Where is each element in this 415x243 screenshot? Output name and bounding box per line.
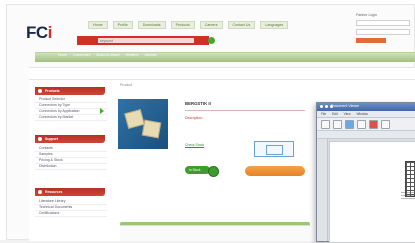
lower-section [120, 225, 310, 241]
category-link[interactable]: Connectors [73, 53, 90, 57]
sidebar-item[interactable]: Distribution [35, 164, 107, 170]
info-circle-icon[interactable] [208, 166, 219, 177]
secondary-toolbar [317, 131, 415, 139]
category-link[interactable]: Board-to-Board [96, 53, 119, 57]
document-viewer-window[interactable]: Document Viewer File Edit View Window [316, 102, 415, 243]
category-links: Home Connectors Board-to-Board Headers S… [58, 53, 156, 57]
minimize-icon[interactable] [325, 105, 328, 108]
category-link[interactable]: Sockets [144, 53, 156, 57]
print-icon[interactable] [345, 119, 354, 129]
add-to-cart-button[interactable] [245, 166, 305, 176]
menu-file[interactable]: File [321, 112, 326, 116]
side-panel[interactable] [317, 139, 328, 241]
category-link[interactable]: Home [58, 53, 67, 57]
table-graphic [405, 161, 415, 197]
nav-careers[interactable]: Careers [199, 21, 223, 29]
document-page[interactable] [329, 141, 415, 243]
search-go-icon[interactable] [208, 37, 215, 44]
bullet-icon [38, 89, 42, 93]
bullet-icon [38, 190, 42, 194]
product-image[interactable] [118, 99, 168, 149]
nav-home[interactable]: Home [88, 21, 108, 29]
password-field[interactable] [356, 29, 410, 35]
window-titlebar[interactable]: Document Viewer [317, 103, 415, 111]
divider [29, 79, 415, 80]
fci-logo[interactable]: FCi [26, 23, 52, 43]
login-panel: Partner Login [356, 13, 410, 55]
username-field[interactable] [356, 20, 410, 26]
arrow-right-icon[interactable] [100, 108, 104, 114]
login-button[interactable] [356, 38, 386, 43]
sidebar-item[interactable]: Certifications [35, 211, 107, 217]
menu-window[interactable]: Window [357, 112, 368, 116]
product-description: Description: [185, 116, 203, 120]
close-icon[interactable] [320, 105, 323, 108]
3d-model-preview[interactable] [254, 141, 294, 157]
search-bar [77, 36, 215, 45]
sidebar-header-resources: Resources [35, 188, 105, 196]
cube-icon [266, 145, 283, 155]
browser-page: FCi Home Profile Downloads Products Care… [0, 0, 415, 243]
top-navigation: Home Profile Downloads Products Careers … [88, 21, 289, 29]
connector-graphic [124, 109, 145, 129]
sidebar-header-support: Support [35, 135, 105, 143]
check-stock-link[interactable]: Check Stock [185, 143, 204, 147]
menu-bar: File Edit View Window [317, 111, 415, 118]
sidebar-header-products: Products [35, 87, 105, 95]
search-input[interactable] [98, 38, 194, 43]
login-title: Partner Login [356, 13, 378, 17]
search-icon[interactable] [357, 119, 366, 129]
nav-contact[interactable]: Contact Us [227, 21, 256, 29]
nav-products[interactable]: Products [170, 21, 195, 29]
title-underline [185, 110, 305, 111]
pdf-icon[interactable] [369, 119, 378, 129]
save-icon[interactable] [333, 119, 342, 129]
menu-view[interactable]: View [344, 112, 351, 116]
nav-profile[interactable]: Profile [112, 21, 133, 29]
connector-graphic [141, 119, 162, 139]
nav-downloads[interactable]: Downloads [137, 21, 166, 29]
menu-edit[interactable]: Edit [332, 112, 338, 116]
open-icon[interactable] [321, 119, 330, 129]
sidebar-item[interactable]: Connectors by Market [35, 115, 107, 121]
category-link[interactable]: Headers [126, 53, 139, 57]
sidebar-list-resources: Literature Library Technical Documents C… [35, 199, 107, 217]
zoom-icon[interactable] [381, 119, 390, 129]
bullet-icon [38, 137, 42, 141]
breadcrumb[interactable]: Product [120, 83, 132, 87]
product-title: BERGSTIK II [185, 101, 211, 106]
sidebar-list-products: Product Selector Connectors by Type Conn… [35, 97, 107, 121]
nav-languages[interactable]: Languages [260, 21, 289, 29]
stock-badge[interactable]: In Stock [185, 166, 210, 174]
sidebar-list-support: Contacts Samples Pricing & Stock Distrib… [35, 146, 107, 170]
toolbar [317, 118, 415, 131]
